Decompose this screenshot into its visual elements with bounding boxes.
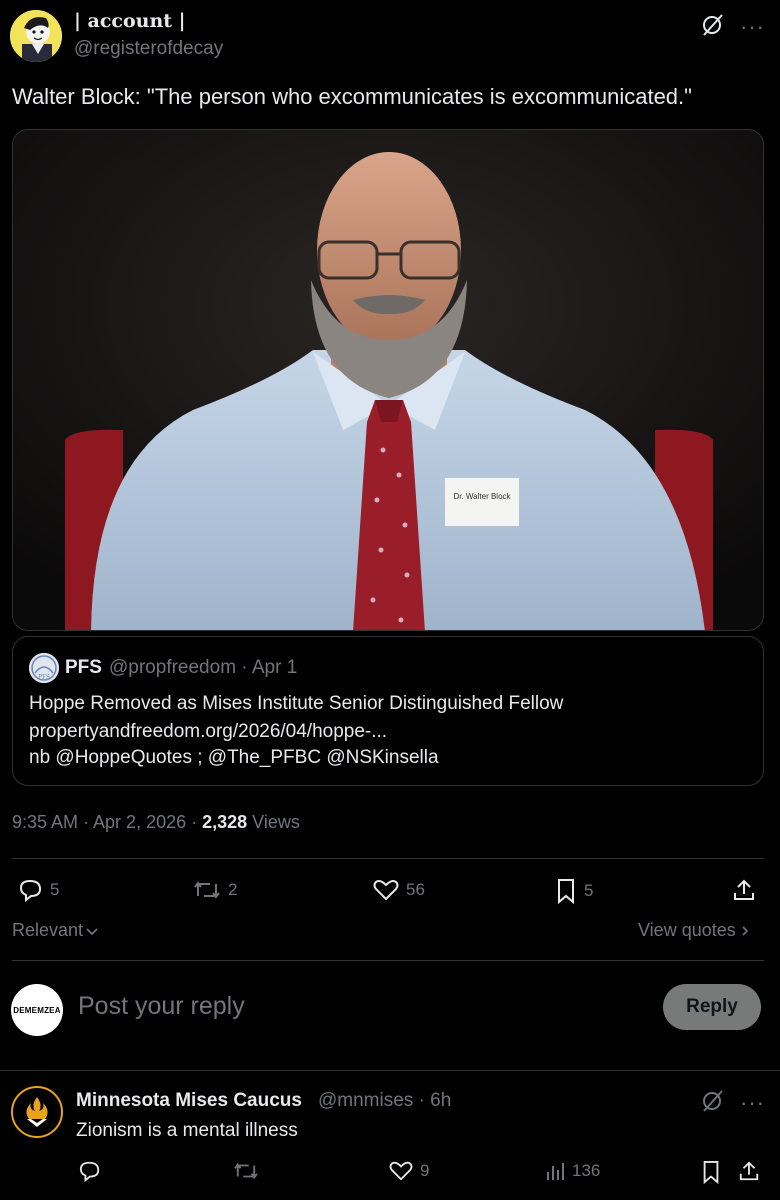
bookmark-icon	[703, 1161, 719, 1184]
author-handle[interactable]: @registerofdecay	[74, 38, 223, 60]
analytics-icon	[547, 1163, 564, 1180]
sort-label: Relevant	[12, 920, 84, 940]
repost-icon	[234, 1163, 258, 1179]
chevron-down-icon	[86, 927, 98, 935]
repost-icon	[194, 881, 220, 899]
chevron-right-icon	[742, 925, 748, 936]
reply-button[interactable]: 5	[18, 878, 59, 902]
reply-share-button[interactable]	[738, 1160, 760, 1182]
divider	[12, 858, 764, 859]
more-options-icon[interactable]: ···	[740, 1090, 765, 1116]
view-quotes-label: View quotes	[638, 920, 736, 940]
reply-repost-button[interactable]	[232, 1160, 260, 1182]
author-name[interactable]: | account |	[74, 10, 186, 32]
quoted-post[interactable]: PFS PFS @propfreedom · Apr 1 Hoppe Remov…	[12, 636, 764, 786]
reply-author-name[interactable]: Minnesota Mises Caucus	[76, 1090, 302, 1112]
flame-logo-icon	[26, 1097, 48, 1127]
grok-icon[interactable]	[700, 1088, 726, 1114]
user-avatar[interactable]: DEMEMZEA	[11, 984, 63, 1036]
like-button[interactable]: 56	[372, 878, 425, 902]
quoted-avatar-text: PFS	[38, 673, 50, 681]
reply-like-count: 9	[420, 1161, 430, 1180]
share-icon	[739, 1161, 759, 1181]
heart-icon	[389, 1161, 413, 1181]
quoted-text-line: Hoppe Removed as Mises Institute Senior …	[29, 693, 564, 714]
reply-bookmark-button[interactable]	[700, 1160, 722, 1184]
reply-count: 5	[50, 880, 60, 899]
reply-author-handle[interactable]: @mnmises · 6h	[318, 1090, 451, 1112]
divider	[12, 960, 764, 961]
reply-author-avatar[interactable]	[11, 1086, 63, 1138]
reply-input[interactable]	[78, 992, 638, 1021]
repost-count: 2	[228, 880, 238, 899]
quoted-link[interactable]: propertyandfreedom.org/2026/04/hoppe-...	[29, 721, 387, 743]
divider	[0, 1070, 780, 1071]
reply-views-count: 136	[572, 1161, 601, 1180]
author-avatar[interactable]	[10, 10, 62, 62]
bookmark-icon	[558, 879, 574, 904]
quoted-author-name[interactable]: PFS	[65, 657, 102, 679]
sort-relevant-dropdown[interactable]: Relevant	[12, 920, 99, 941]
grok-icon[interactable]	[700, 12, 726, 38]
views-count: 2,328	[202, 812, 248, 832]
post-text: Walter Block: "The person who excommunic…	[12, 84, 692, 109]
reply-reply-button[interactable]	[78, 1160, 102, 1182]
heart-icon	[373, 880, 399, 901]
repost-button[interactable]: 2	[192, 878, 237, 902]
more-options-icon[interactable]: ···	[740, 14, 765, 40]
post-meta: 9:35 AM · Apr 2, 2026 · 2,328 Views	[12, 812, 300, 833]
reply-like-button[interactable]: 9	[388, 1160, 429, 1182]
action-bar: 5 2 56 5	[0, 870, 780, 910]
share-icon	[734, 879, 754, 900]
quoted-author-handle[interactable]: @propfreedom · Apr 1	[109, 657, 297, 679]
view-quotes-link[interactable]: View quotes	[638, 920, 750, 941]
reply-views-button[interactable]: 136	[544, 1160, 600, 1182]
reply-icon	[19, 879, 42, 902]
post-timestamp[interactable]: 9:35 AM · Apr 2, 2026 ·	[12, 812, 202, 832]
views-label: Views	[247, 812, 300, 832]
bookmark-count: 5	[584, 881, 594, 900]
share-button[interactable]	[732, 878, 756, 902]
name-badge-text: Dr. Walter Block	[453, 492, 511, 501]
reply-submit-button[interactable]: Reply	[663, 984, 761, 1030]
reply-icon	[79, 1161, 100, 1182]
post-photo[interactable]: Dr. Walter Block	[12, 129, 764, 631]
bookmark-button[interactable]: 5	[554, 878, 593, 904]
quoted-avatar[interactable]: PFS	[29, 653, 59, 683]
reply-text: Zionism is a mental illness	[76, 1120, 298, 1141]
like-count: 56	[406, 880, 425, 899]
quoted-mentions[interactable]: nb @HoppeQuotes ; @The_PFBC @NSKinsella	[29, 747, 439, 769]
